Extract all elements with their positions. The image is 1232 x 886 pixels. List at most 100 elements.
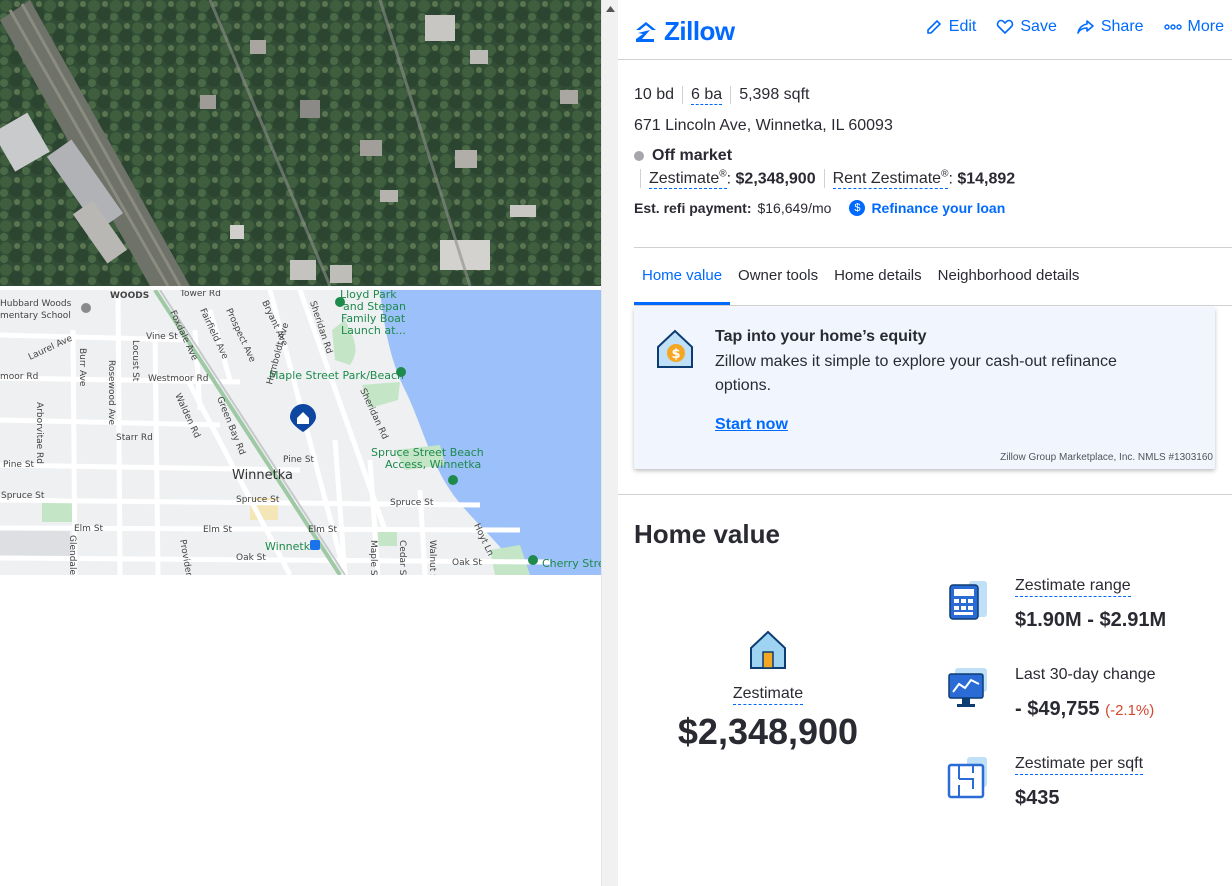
map-pane: WOODS Hubbard Woods mentary School Lloyd… (0, 0, 601, 886)
rent-zestimate-summary: Rent Zestimate®: $14,892 (823, 169, 1024, 190)
map-label-pine-st-1: Pine St (3, 460, 35, 470)
start-now-link[interactable]: Start now (715, 416, 788, 434)
school-marker-icon (81, 303, 91, 313)
last-30-day-value: - $49,755 (1015, 698, 1100, 720)
house-icon (750, 630, 786, 669)
zestimate-main-label[interactable]: Zestimate (732, 685, 804, 705)
scroll-up-arrow-icon[interactable] (602, 0, 619, 17)
share-arrow-icon (1077, 20, 1094, 34)
map-label-winnetka: Winnetka (232, 468, 293, 483)
map-label-westmoor-rd-1: Westmoor Rd (148, 374, 208, 384)
map-label-westmoor-rd-2: moor Rd (0, 372, 38, 382)
map-label-spruce-st-2: Spruce St (236, 495, 280, 505)
map-label-cedar-st: Cedar St (397, 540, 407, 575)
baths-count-container[interactable]: 6 ba (682, 86, 730, 105)
rent-zestimate-label: Rent Zestimate (832, 170, 942, 188)
share-button[interactable]: Share (1077, 18, 1144, 36)
property-facts: 10 bd 6 ba 5,398 sqft (634, 86, 1232, 105)
tab-owner-tools[interactable]: Owner tools (730, 248, 826, 305)
park-marker-icon (528, 555, 538, 565)
section-divider (618, 494, 1232, 495)
scrollbar[interactable] (601, 0, 618, 886)
map-label-oak-st-2: Oak St (452, 558, 482, 568)
listing-panel: Zillow Edit Save Share More 10 bd 6 ba 5… (618, 0, 1232, 886)
edit-button[interactable]: Edit (925, 18, 976, 36)
map-label-maple-st: Maple St (368, 540, 378, 575)
zestimate-range-stat: Zestimate range $1.90M - $2.91M (947, 577, 1227, 637)
zestimate-main: Zestimate $2,348,900 (662, 628, 874, 753)
park-marker-icon (396, 367, 406, 377)
map-label-maple-park: Maple Street Park/Beach (269, 369, 404, 382)
tab-neighborhood-details[interactable]: Neighborhood details (930, 248, 1088, 305)
section-tabs: Home value Owner tools Home details Neig… (634, 247, 1232, 306)
zestimate-link[interactable]: Zestimate® (649, 169, 727, 190)
heart-icon (997, 19, 1014, 35)
more-button[interactable]: More (1163, 18, 1224, 36)
zestimate-per-sqft-value: $435 (1015, 787, 1060, 809)
map-label-pine-st-2: Pine St (283, 455, 315, 465)
legal-disclaimer: Zillow Group Marketplace, Inc. NMLS #130… (1000, 452, 1213, 463)
property-address: 671 Lincoln Ave, Winnetka, IL 60093 (634, 117, 893, 134)
aerial-photo[interactable] (0, 0, 601, 286)
map-label-elm-st-2: Elm St (203, 525, 233, 535)
house-dollar-icon: $ (657, 329, 693, 368)
tab-home-details[interactable]: Home details (826, 248, 930, 305)
sqft-value: 5,398 sqft (730, 86, 817, 104)
equity-body: Zillow makes it simple to explore your c… (715, 353, 1117, 394)
last-30-day-label: Last 30-day change (1015, 666, 1156, 683)
zillow-logo-icon (636, 21, 656, 42)
logo-text: Zillow (664, 16, 735, 46)
rent-zestimate-value: $14,892 (957, 170, 1016, 188)
map-label-elm-st-1: Elm St (74, 524, 104, 534)
last-30-day-percent: (-2.1%) (1105, 702, 1155, 719)
equity-promo-card: $ Tap into your home’s equity Zillow mak… (634, 307, 1215, 469)
zestimate-range-label[interactable]: Zestimate range (1015, 577, 1131, 597)
tab-home-value[interactable]: Home value (634, 248, 731, 305)
last-30-day-stat: Last 30-day change - $49,755 (-2.1%) (947, 666, 1227, 726)
map-label-hubbard-school-2: mentary School (0, 311, 71, 321)
beds-count: 10 bd (634, 86, 675, 103)
map-label-spruce-beach-2: Access, Winnetka (385, 458, 481, 471)
map-label-burr-ave: Burr Ave (77, 348, 87, 387)
zestimate-main-value: $2,348,900 (677, 711, 859, 752)
status-row: Off market (634, 147, 1232, 165)
zestimate-range-value: $1.90M - $2.91M (1015, 609, 1167, 631)
map-label-rosewood-ave: Rosewood Ave (106, 360, 116, 425)
svg-text:$: $ (671, 347, 680, 362)
map-label-tower-rd: Tower Rd (179, 290, 221, 299)
zillow-logo[interactable]: Zillow (634, 16, 735, 47)
zestimate-per-sqft-label[interactable]: Zestimate per sqft (1015, 755, 1144, 775)
zestimate-summary: Zestimate®: $2,348,900 (640, 169, 824, 190)
share-button-label: Share (1100, 18, 1144, 35)
floorplan-icon (947, 757, 987, 799)
map-label-woods: WOODS (110, 291, 149, 301)
map-label-lloyd-park-4: Launch at... (341, 324, 406, 337)
baths-count[interactable]: 6 ba (691, 86, 723, 105)
park-marker-icon (448, 475, 458, 485)
train-station-icon (310, 540, 320, 550)
map-label-spruce-st-3: Spruce St (390, 498, 434, 508)
status-dot-icon (634, 151, 644, 161)
map-label-oak-st-1: Oak St (236, 553, 266, 563)
save-button[interactable]: Save (996, 18, 1057, 36)
rent-zestimate-link[interactable]: Rent Zestimate® (832, 169, 949, 190)
status-label: Off market (652, 147, 733, 164)
header-bar: Zillow Edit Save Share More (618, 0, 1232, 60)
map-label-starr-rd: Starr Rd (116, 433, 153, 443)
map-label-cherry-street: Cherry Stree (542, 557, 601, 570)
pencil-icon (926, 19, 941, 34)
map-label-winnetka-station: Winnetka (265, 540, 317, 553)
refinance-link[interactable]: Refinance your loan (871, 200, 1005, 216)
zestimate-row: Zestimate®: $2,348,900 Rent Zestimate®: … (640, 169, 1232, 190)
equity-title: Tap into your home’s equity (715, 328, 927, 345)
save-button-label: Save (1020, 18, 1057, 35)
dollar-icon: $ (849, 200, 866, 217)
map-label-arbor-vitae-rd: Arborvitae Rd (34, 402, 44, 464)
more-dots-icon (1163, 24, 1182, 30)
park-marker-icon (335, 297, 345, 307)
refi-value: $16,649/mo (757, 200, 832, 217)
zestimate-summary-value: $2,348,900 (735, 170, 816, 188)
map-label-spruce-st-1: Spruce St (1, 491, 45, 501)
map-label-locust-st: Locust St (130, 340, 140, 382)
street-map[interactable]: WOODS Hubbard Woods mentary School Lloyd… (0, 290, 601, 575)
